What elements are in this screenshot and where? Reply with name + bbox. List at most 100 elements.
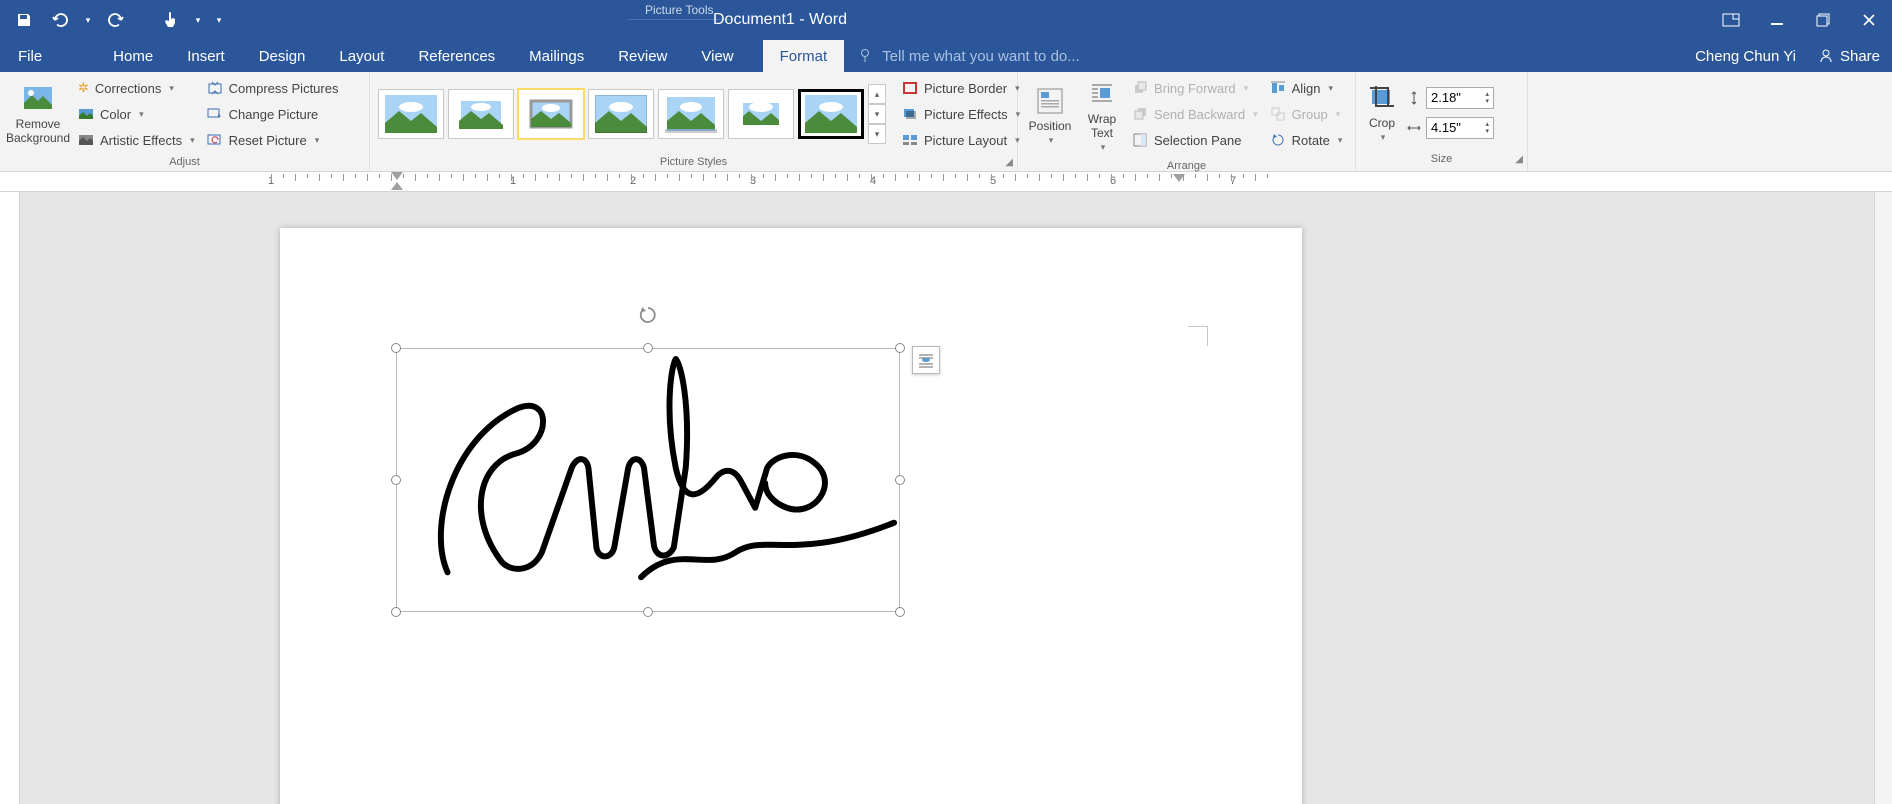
qat-customize-button[interactable]: ▾ xyxy=(212,6,226,34)
tab-view[interactable]: View xyxy=(684,40,750,72)
vertical-ruler[interactable] xyxy=(0,192,20,804)
vertical-scrollbar[interactable] xyxy=(1874,192,1892,804)
tab-mailings[interactable]: Mailings xyxy=(512,40,601,72)
redo-button[interactable] xyxy=(102,6,130,34)
undo-more-button[interactable]: ▾ xyxy=(82,6,94,34)
picture-styles-gallery[interactable]: ▴ ▾ ▾ xyxy=(376,76,888,152)
user-name[interactable]: Cheng Chun Yi xyxy=(1685,40,1806,72)
resize-handle-t[interactable] xyxy=(643,343,653,353)
tab-format[interactable]: Format xyxy=(763,40,845,72)
minimize-button[interactable] xyxy=(1754,0,1800,40)
rotate-button[interactable]: Rotate▾ xyxy=(1266,128,1347,152)
restore-button[interactable] xyxy=(1800,0,1846,40)
horizontal-ruler[interactable]: 1 1 2 3 4 5 6 7 xyxy=(0,172,1892,192)
bring-forward-button: Bring Forward▾ xyxy=(1128,76,1262,100)
tab-references[interactable]: References xyxy=(401,40,512,72)
resize-handle-r[interactable] xyxy=(895,475,905,485)
height-up[interactable]: ▴ xyxy=(1485,91,1489,98)
margin-corner-marker xyxy=(1188,326,1208,346)
artistic-effects-button[interactable]: Artistic Effects▾ xyxy=(74,128,199,152)
picture-border-label: Picture Border xyxy=(924,81,1007,96)
tell-me-search[interactable]: Tell me what you want to do... xyxy=(844,40,1685,72)
tab-file[interactable]: File xyxy=(0,40,60,72)
resize-handle-tl[interactable] xyxy=(391,343,401,353)
ribbon: Remove Background ✲Corrections▾ Color▾ A… xyxy=(0,72,1892,172)
resize-handle-br[interactable] xyxy=(895,607,905,617)
gallery-up-button[interactable]: ▴ xyxy=(868,84,886,104)
touch-mode-button[interactable] xyxy=(156,6,184,34)
save-button[interactable] xyxy=(10,6,38,34)
group-picture-styles-label: Picture Styles◢ xyxy=(370,156,1017,171)
width-down[interactable]: ▾ xyxy=(1485,128,1489,135)
tab-review[interactable]: Review xyxy=(601,40,684,72)
gallery-more-button[interactable]: ▾ xyxy=(868,124,886,144)
hanging-indent-marker[interactable] xyxy=(391,172,403,180)
style-thumb-7[interactable] xyxy=(798,89,864,139)
picture-layout-button[interactable]: Picture Layout▾ xyxy=(898,128,1024,152)
ribbon-display-options-button[interactable] xyxy=(1708,0,1754,40)
layout-options-button[interactable] xyxy=(912,346,940,374)
width-input[interactable]: 4.15"▴▾ xyxy=(1426,117,1494,139)
rotation-handle[interactable] xyxy=(637,304,659,326)
remove-background-button[interactable]: Remove Background xyxy=(6,76,70,152)
height-down[interactable]: ▾ xyxy=(1485,98,1489,105)
change-picture-label: Change Picture xyxy=(229,107,319,122)
tab-layout[interactable]: Layout xyxy=(322,40,401,72)
page[interactable] xyxy=(280,228,1302,804)
picture-content[interactable] xyxy=(396,348,900,612)
ribbon-tabs: File Home Insert Design Layout Reference… xyxy=(0,40,1892,72)
style-thumb-3[interactable] xyxy=(518,89,584,139)
style-thumb-5[interactable] xyxy=(658,89,724,139)
corrections-button[interactable]: ✲Corrections▾ xyxy=(74,76,199,100)
gallery-down-button[interactable]: ▾ xyxy=(868,104,886,124)
undo-button[interactable] xyxy=(46,6,74,34)
document-title: Document1 - Word xyxy=(713,0,847,40)
resize-handle-b[interactable] xyxy=(643,607,653,617)
align-button[interactable]: Align▾ xyxy=(1266,76,1347,100)
picture-styles-launcher[interactable]: ◢ xyxy=(1005,157,1013,168)
selection-pane-button[interactable]: Selection Pane xyxy=(1128,128,1262,152)
send-backward-label: Send Backward xyxy=(1154,107,1245,122)
tab-design[interactable]: Design xyxy=(242,40,323,72)
tab-insert[interactable]: Insert xyxy=(170,40,242,72)
resize-handle-tr[interactable] xyxy=(895,343,905,353)
color-button[interactable]: Color▾ xyxy=(74,102,199,126)
color-label: Color xyxy=(100,107,131,122)
crop-button[interactable]: Crop▾ xyxy=(1362,76,1402,149)
touch-mode-more-button[interactable]: ▾ xyxy=(192,6,204,34)
corrections-label: Corrections xyxy=(95,81,161,96)
share-button[interactable]: Share xyxy=(1806,40,1892,72)
resize-handle-l[interactable] xyxy=(391,475,401,485)
artistic-effects-label: Artistic Effects xyxy=(100,133,182,148)
reset-picture-button[interactable]: Reset Picture▾ xyxy=(203,128,343,152)
style-thumb-2[interactable] xyxy=(448,89,514,139)
position-button[interactable]: Position▾ xyxy=(1024,76,1076,156)
group-arrange: Position▾ Wrap Text▾ Bring Forward▾ Send… xyxy=(1018,72,1356,171)
group-size-label: Size◢ xyxy=(1356,153,1527,171)
align-label: Align xyxy=(1292,81,1321,96)
picture-border-button[interactable]: Picture Border▾ xyxy=(898,76,1024,100)
close-button[interactable] xyxy=(1846,0,1892,40)
document-canvas[interactable] xyxy=(20,192,1874,804)
wrap-text-button[interactable]: Wrap Text▾ xyxy=(1080,76,1124,156)
selection-pane-label: Selection Pane xyxy=(1154,133,1241,148)
size-launcher[interactable]: ◢ xyxy=(1515,154,1523,165)
send-backward-button: Send Backward▾ xyxy=(1128,102,1262,126)
compress-pictures-button[interactable]: Compress Pictures xyxy=(203,76,343,100)
style-thumb-6[interactable] xyxy=(728,89,794,139)
picture-effects-button[interactable]: Picture Effects▾ xyxy=(898,102,1024,126)
first-line-indent-marker[interactable] xyxy=(391,182,403,190)
change-picture-button[interactable]: Change Picture xyxy=(203,102,343,126)
gallery-scroll: ▴ ▾ ▾ xyxy=(868,84,886,144)
height-icon xyxy=(1406,90,1422,106)
style-thumb-4[interactable] xyxy=(588,89,654,139)
title-bar: ▾ ▾ ▾ Picture Tools Document1 - Word xyxy=(0,0,1892,40)
resize-handle-bl[interactable] xyxy=(391,607,401,617)
height-input[interactable]: 2.18"▴▾ xyxy=(1426,87,1494,109)
style-thumb-1[interactable] xyxy=(378,89,444,139)
tab-home[interactable]: Home xyxy=(96,40,170,72)
group-button: Group▾ xyxy=(1266,102,1347,126)
width-up[interactable]: ▴ xyxy=(1485,121,1489,128)
reset-picture-label: Reset Picture xyxy=(229,133,307,148)
selected-picture[interactable] xyxy=(396,348,900,612)
